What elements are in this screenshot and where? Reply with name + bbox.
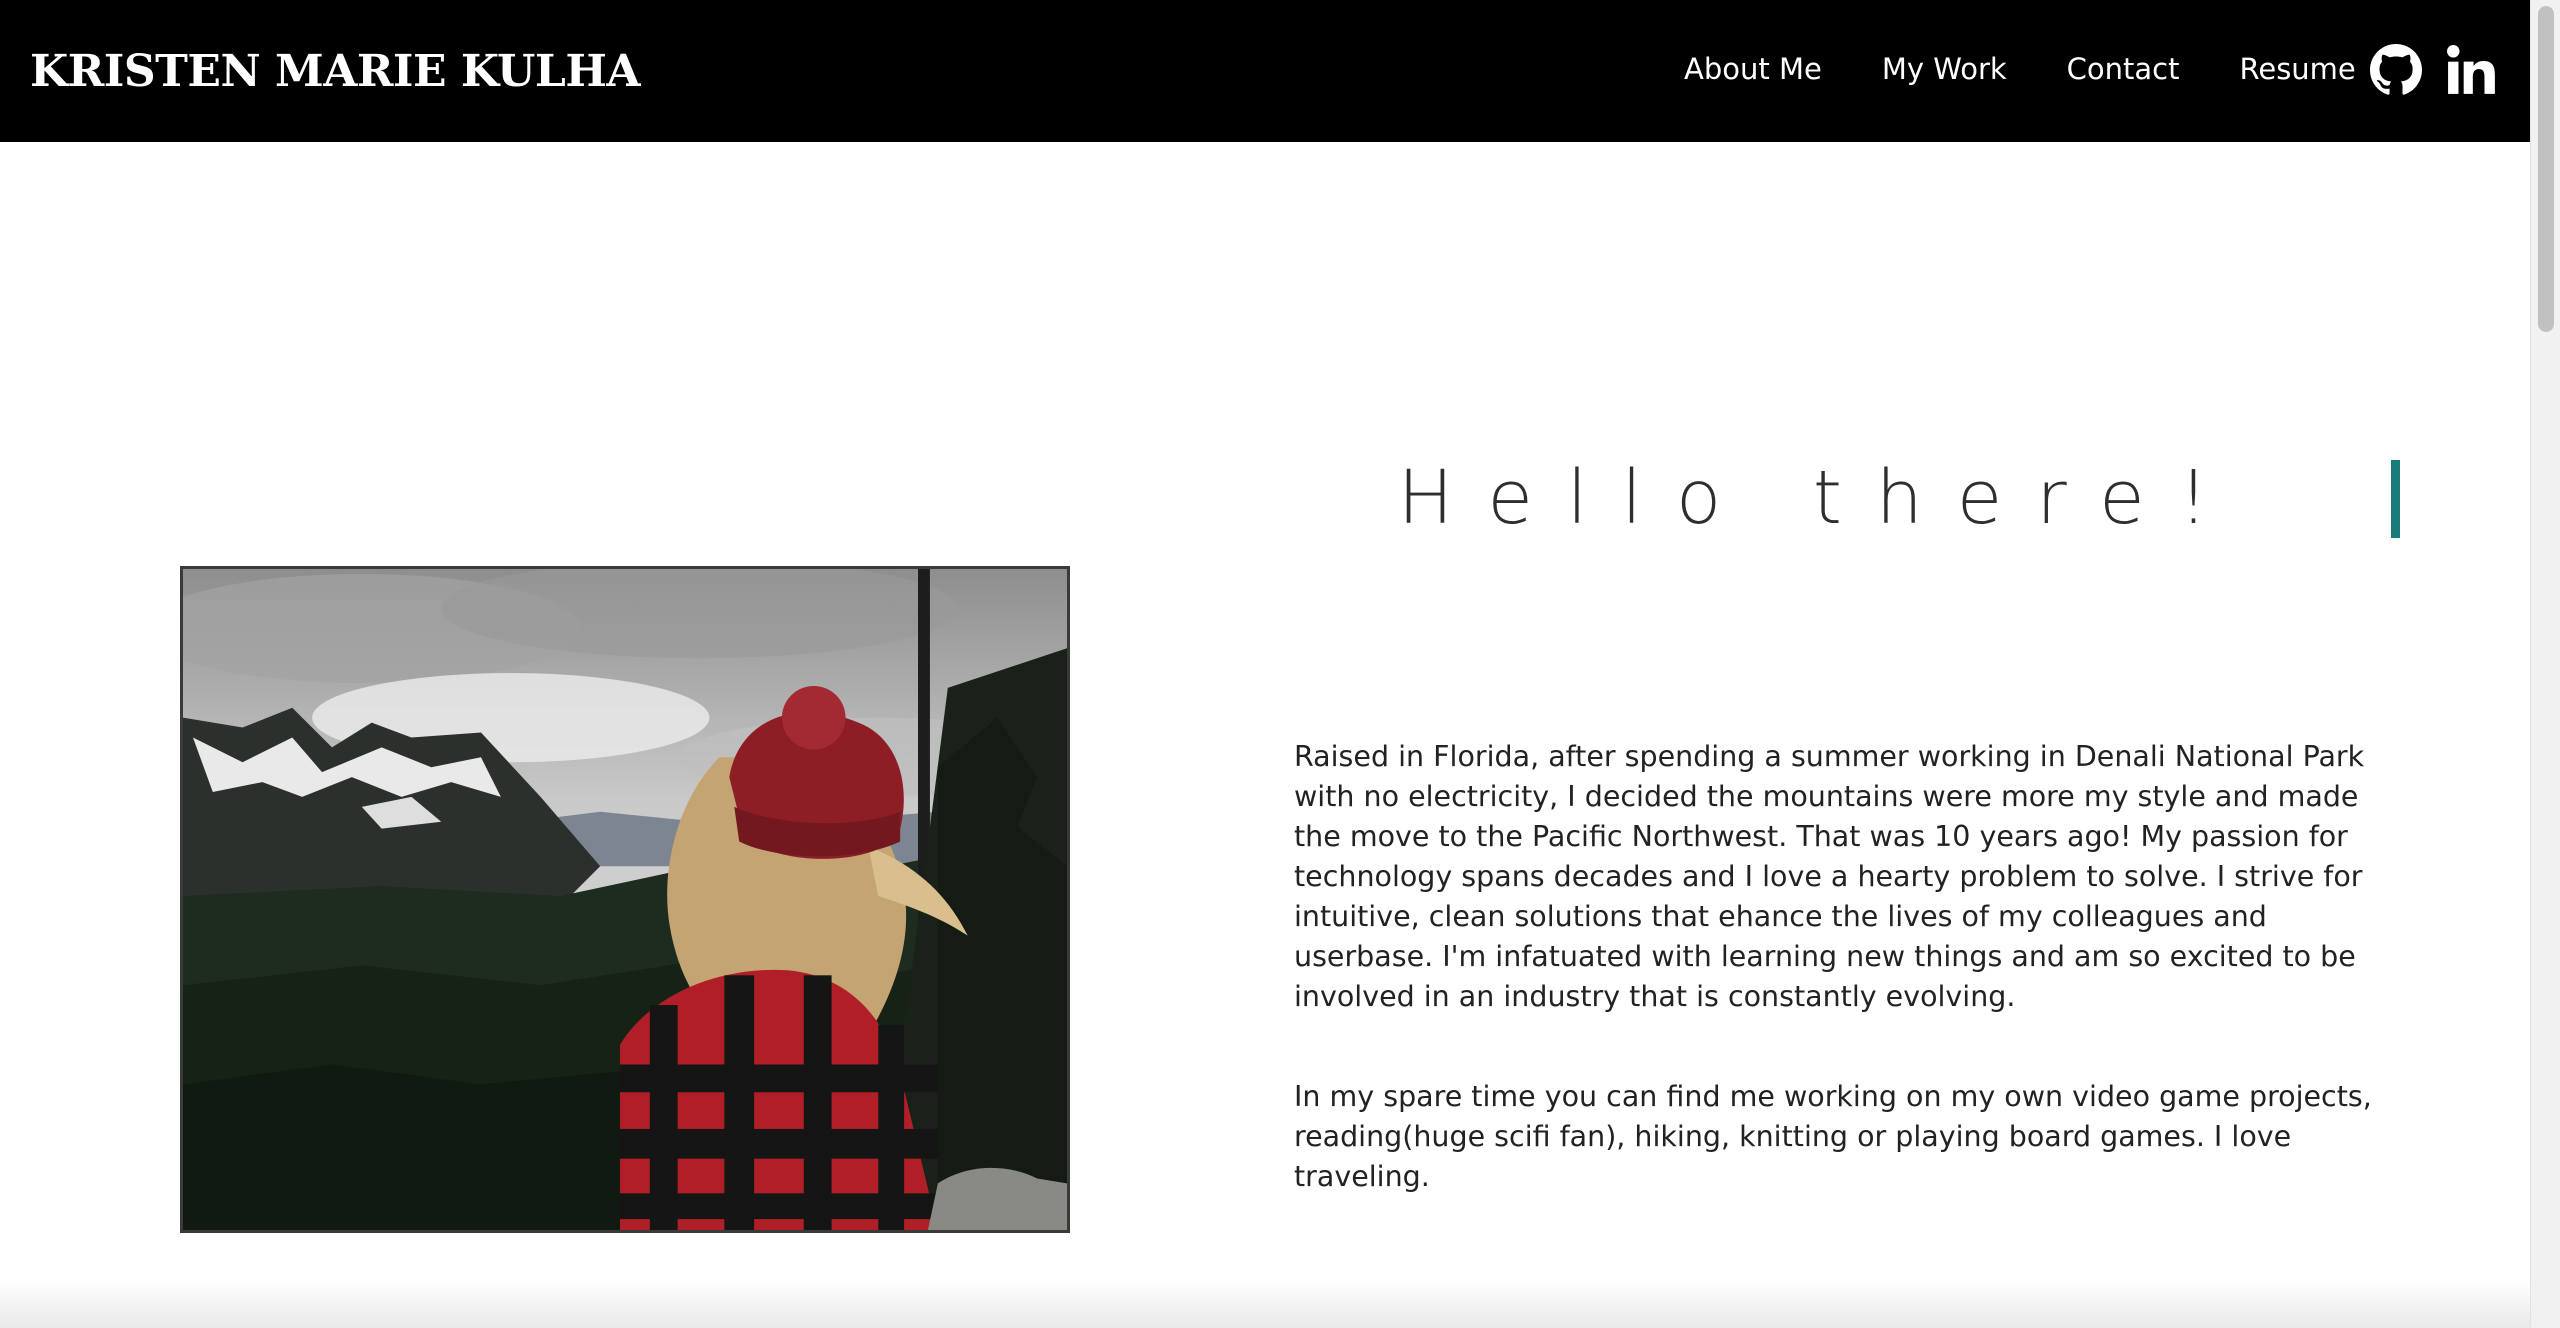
social-links [2370,42,2498,98]
nav-my-work[interactable]: My Work [1882,49,2007,89]
typing-cursor [2391,460,2400,538]
bio-paragraph: In my spare time you can find me working… [1294,1080,2372,1193]
nav-contact[interactable]: Contact [2067,49,2180,89]
page-scrollbar[interactable] [2530,0,2560,1328]
scrollbar-thumb[interactable] [2538,6,2554,332]
nav-resume[interactable]: Resume [2240,49,2356,89]
nav-about-me[interactable]: About Me [1684,49,1822,89]
profile-photo [180,566,1070,1233]
about-text: Raised in Florida, after spending a summ… [1294,737,2404,1197]
site-header: KRISTEN MARIE KULHA About Me My Work Con… [0,0,2530,142]
section-divider-shadow [0,1280,2530,1328]
bio-paragraph: Raised in Florida, after spending a summ… [1294,740,2365,1013]
site-title[interactable]: KRISTEN MARIE KULHA [30,44,641,100]
greeting-heading: Hello there! [1397,455,2243,541]
linkedin-icon[interactable] [2446,42,2498,98]
github-icon[interactable] [2370,42,2422,98]
main-nav: About Me My Work Contact Resume [1684,49,2356,89]
